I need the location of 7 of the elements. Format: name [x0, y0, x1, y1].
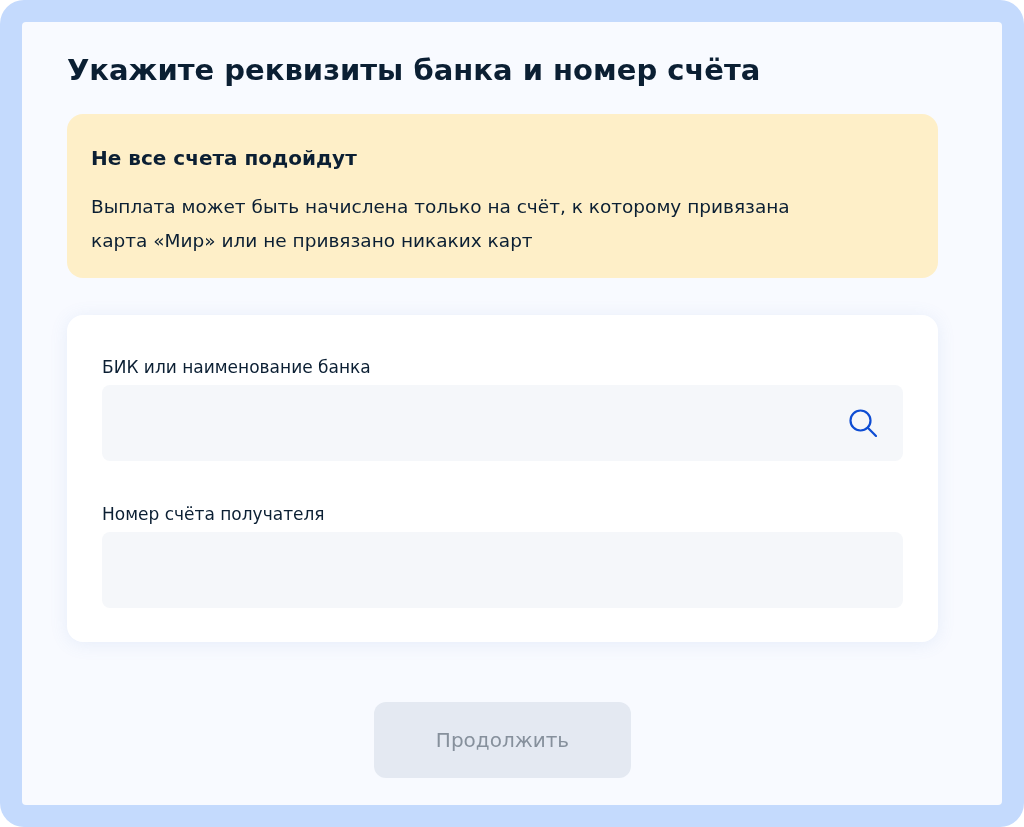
field-label: Номер счёта получателя	[102, 503, 325, 526]
search-field[interactable]	[102, 385, 903, 461]
page-title: Укажите реквизиты банка и номер счёта	[67, 52, 761, 89]
notice-title: Не все счета подойдут	[91, 145, 357, 172]
notice-text: Выплата может быть начислена только на счёт, к которому привязана карта «Мир» или не привязано никаких карт	[91, 195, 791, 253]
search-icon	[849, 409, 877, 437]
field-label: БИК или наименование банка	[102, 356, 371, 379]
